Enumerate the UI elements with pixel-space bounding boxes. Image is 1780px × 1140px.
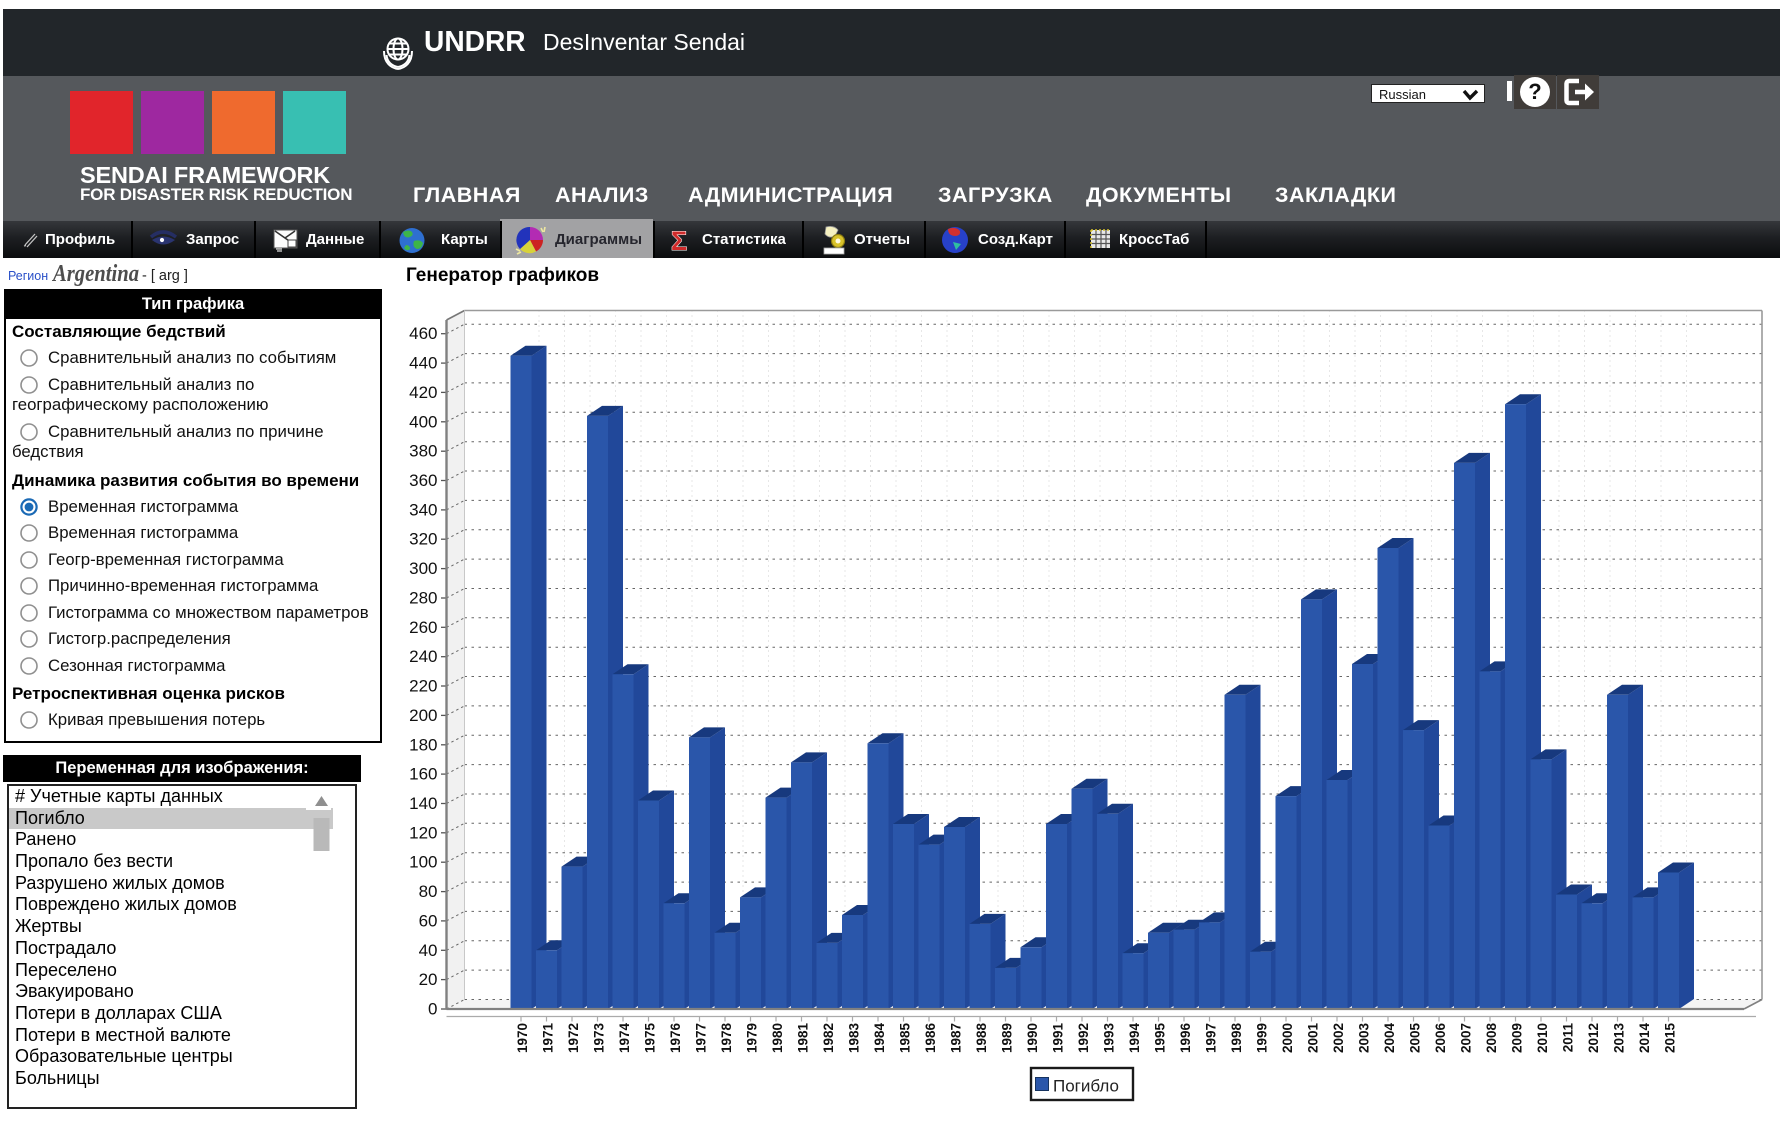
- svg-text:1985: 1985: [898, 1023, 913, 1054]
- svg-text:200: 200: [409, 706, 437, 725]
- svg-text:2013: 2013: [1612, 1023, 1627, 1054]
- svg-text:1979: 1979: [745, 1023, 760, 1053]
- svg-text:440: 440: [409, 354, 437, 373]
- svg-text:1970: 1970: [515, 1023, 530, 1053]
- svg-text:1995: 1995: [1153, 1023, 1168, 1054]
- svg-text:?: ?: [1528, 79, 1541, 104]
- svg-text:240: 240: [409, 647, 437, 666]
- svg-text:1996: 1996: [1178, 1023, 1193, 1054]
- svg-text:1976: 1976: [668, 1023, 683, 1054]
- svg-text:2005: 2005: [1408, 1023, 1423, 1054]
- svg-text:380: 380: [409, 442, 437, 461]
- svg-text:1987: 1987: [949, 1023, 964, 1053]
- svg-text:1988: 1988: [974, 1023, 989, 1054]
- svg-text:360: 360: [409, 471, 437, 490]
- svg-text:1989: 1989: [1000, 1023, 1015, 1053]
- svg-text:1999: 1999: [1255, 1023, 1270, 1053]
- svg-text:1993: 1993: [1102, 1023, 1117, 1054]
- svg-text:Погибло: Погибло: [1053, 1077, 1119, 1096]
- svg-text:1992: 1992: [1076, 1023, 1091, 1053]
- svg-text:120: 120: [409, 823, 437, 842]
- svg-text:1971: 1971: [541, 1023, 556, 1054]
- svg-text:260: 260: [409, 618, 437, 637]
- svg-text:2008: 2008: [1484, 1023, 1499, 1054]
- svg-text:1982: 1982: [821, 1023, 836, 1053]
- svg-text:400: 400: [409, 412, 437, 431]
- svg-text:2015: 2015: [1663, 1023, 1678, 1054]
- svg-text:2003: 2003: [1357, 1023, 1372, 1054]
- svg-text:1984: 1984: [872, 1023, 887, 1054]
- svg-text:1994: 1994: [1127, 1023, 1142, 1054]
- svg-text:1986: 1986: [923, 1023, 938, 1054]
- svg-text:1997: 1997: [1204, 1023, 1219, 1053]
- svg-text:180: 180: [409, 735, 437, 754]
- svg-text:2014: 2014: [1637, 1023, 1652, 1054]
- svg-text:0: 0: [428, 1000, 437, 1019]
- svg-text:1981: 1981: [796, 1023, 811, 1054]
- svg-text:420: 420: [409, 383, 437, 402]
- svg-text:2007: 2007: [1459, 1023, 1474, 1053]
- svg-text:1972: 1972: [566, 1023, 581, 1053]
- svg-text:20: 20: [419, 970, 438, 989]
- svg-text:460: 460: [409, 324, 437, 343]
- svg-text:2012: 2012: [1586, 1023, 1601, 1053]
- svg-text:2011: 2011: [1561, 1023, 1576, 1053]
- svg-text:280: 280: [409, 589, 437, 608]
- svg-text:2001: 2001: [1306, 1023, 1321, 1054]
- svg-text:1978: 1978: [719, 1023, 734, 1054]
- svg-text:1974: 1974: [617, 1023, 632, 1054]
- svg-text:1977: 1977: [694, 1023, 709, 1053]
- svg-text:40: 40: [419, 941, 438, 960]
- svg-text:60: 60: [419, 911, 438, 930]
- svg-text:1975: 1975: [643, 1023, 658, 1054]
- svg-text:1980: 1980: [770, 1023, 785, 1053]
- svg-text:320: 320: [409, 530, 437, 549]
- svg-text:140: 140: [409, 794, 437, 813]
- svg-text:2010: 2010: [1535, 1023, 1550, 1053]
- svg-text:Σ: Σ: [671, 226, 687, 254]
- svg-text:1983: 1983: [847, 1023, 862, 1054]
- svg-text:1991: 1991: [1051, 1023, 1066, 1054]
- svg-text:1990: 1990: [1025, 1023, 1040, 1053]
- svg-text:160: 160: [409, 765, 437, 784]
- svg-text:2004: 2004: [1382, 1023, 1397, 1054]
- svg-text:2009: 2009: [1510, 1023, 1525, 1053]
- svg-text:1973: 1973: [592, 1023, 607, 1054]
- svg-text:2002: 2002: [1331, 1023, 1346, 1053]
- svg-text:220: 220: [409, 677, 437, 696]
- svg-text:2000: 2000: [1280, 1023, 1295, 1053]
- svg-text:340: 340: [409, 500, 437, 519]
- svg-text:2006: 2006: [1433, 1023, 1448, 1054]
- svg-text:1998: 1998: [1229, 1023, 1244, 1054]
- svg-text:80: 80: [419, 882, 438, 901]
- svg-text:100: 100: [409, 853, 437, 872]
- svg-text:300: 300: [409, 559, 437, 578]
